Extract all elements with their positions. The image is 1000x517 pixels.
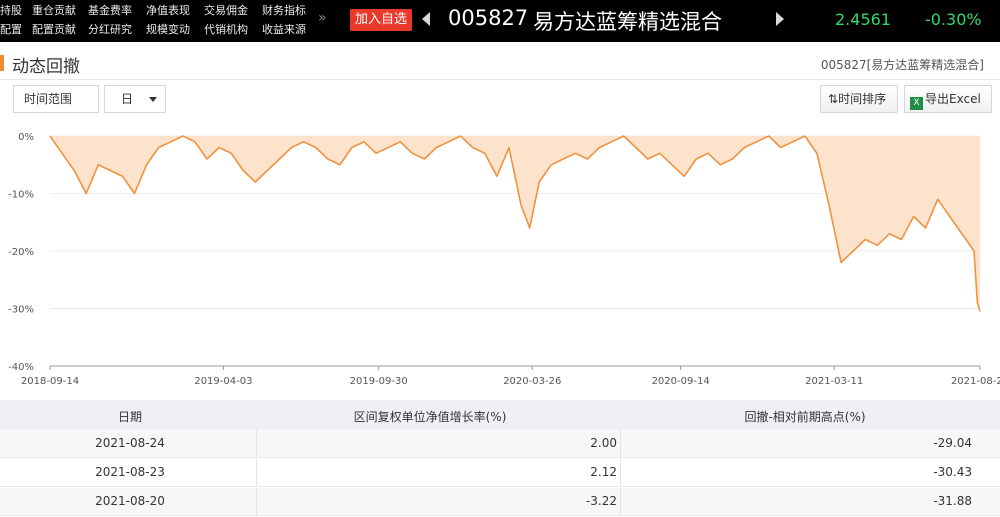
- header-drawdown[interactable]: 回撤-相对前期高点(%): [680, 408, 930, 425]
- fund-menu: 持股 重仓贡献 基金费率 净值表现 交易佣金 财务指标 配置 配置贡献 分红研究…: [0, 0, 330, 42]
- chevron-down-icon: [149, 97, 157, 102]
- section-fund-label: 005827[易方达蓝筹精选混合]: [820, 58, 984, 72]
- time-sort-label: 时间排序: [838, 92, 887, 106]
- cell-growth-rate: 2.00: [590, 436, 617, 450]
- x-tick-label: 2020-09-14: [652, 376, 710, 387]
- menu-item-scale-change[interactable]: 规模变动: [146, 21, 190, 37]
- x-tick-label: 2018-09-14: [21, 376, 79, 387]
- drawdown-area: [50, 136, 980, 312]
- column-divider: [620, 430, 621, 458]
- drawdown-chart: 0% -10% -20% -30% -40% 2018-09-14 2019-04-03 2…: [0, 120, 1000, 395]
- time-sort-button[interactable]: ⇅时间排序: [820, 85, 898, 113]
- section-title: 动态回撤: [12, 57, 80, 77]
- x-tick-label: 2021-08-27: [951, 376, 1000, 387]
- cell-drawdown: -30.43: [933, 465, 972, 479]
- header-growth-rate[interactable]: 区间复权单位净值增长率(%): [300, 408, 560, 425]
- excel-icon: X: [910, 97, 923, 110]
- cell-growth-rate: 2.12: [590, 465, 617, 479]
- x-tick-label: 2019-04-03: [194, 376, 252, 387]
- menu-item-allocation[interactable]: 配置: [0, 21, 22, 37]
- section-accent-bar: [0, 55, 4, 71]
- x-tick-label: 2019-09-30: [350, 376, 408, 387]
- top-bar: 持股 重仓贡献 基金费率 净值表现 交易佣金 财务指标 配置 配置贡献 分红研究…: [0, 0, 1000, 42]
- column-divider: [256, 430, 257, 458]
- drawdown-chart-svg: 0% -10% -20% -30% -40% 2018-09-14 2019-04-03 2…: [8, 132, 1000, 387]
- y-tick-label: -10%: [8, 190, 34, 201]
- fund-nav-change: -0.30%: [925, 10, 982, 29]
- previous-fund-arrow-icon[interactable]: [422, 12, 430, 26]
- x-tick-label: 2021-03-11: [805, 376, 863, 387]
- export-excel-label: 导出Excel: [925, 92, 981, 106]
- time-range-button[interactable]: 时间范围: [13, 85, 99, 113]
- column-divider: [256, 459, 257, 487]
- table-row[interactable]: 2021-08-20 -3.22 -31.88: [0, 488, 1000, 516]
- fund-name: 易方达蓝筹精选混合: [533, 10, 722, 34]
- menu-item-heavy-contribution[interactable]: 重仓贡献: [32, 2, 76, 18]
- menu-item-commission[interactable]: 交易佣金: [204, 2, 248, 18]
- add-to-watchlist-button[interactable]: 加入自选: [350, 9, 412, 31]
- cell-date: 2021-08-20: [95, 494, 165, 508]
- table-header: 日期 区间复权单位净值增长率(%) 回撤-相对前期高点(%): [0, 400, 1000, 430]
- cell-growth-rate: -3.22: [585, 494, 617, 508]
- menu-item-allocation-contribution[interactable]: 配置贡献: [32, 21, 76, 37]
- y-tick-label: -40%: [8, 362, 34, 373]
- fund-nav-price: 2.4561: [835, 10, 891, 29]
- export-excel-button[interactable]: X 导出Excel: [904, 85, 992, 113]
- period-select[interactable]: 日: [104, 85, 166, 113]
- next-fund-arrow-icon[interactable]: [776, 12, 784, 26]
- sort-icon: ⇅: [828, 92, 839, 106]
- period-select-value: 日: [121, 92, 134, 106]
- column-divider: [256, 488, 257, 516]
- menu-item-nav-performance[interactable]: 净值表现: [146, 2, 190, 18]
- menu-item-distributors[interactable]: 代销机构: [204, 21, 248, 37]
- header-date[interactable]: 日期: [60, 408, 200, 425]
- menu-item-fee-rate[interactable]: 基金费率: [88, 2, 132, 18]
- y-tick-label: -30%: [8, 305, 34, 316]
- fund-code: 005827: [448, 6, 529, 30]
- cell-date: 2021-08-23: [95, 465, 165, 479]
- section-header: 动态回撤 005827[易方达蓝筹精选混合]: [0, 46, 1000, 80]
- cell-drawdown: -31.88: [933, 494, 972, 508]
- menu-item-income-source[interactable]: 收益来源: [262, 21, 306, 37]
- menu-item-holdings[interactable]: 持股: [0, 2, 22, 18]
- menu-item-dividend-research[interactable]: 分红研究: [88, 21, 132, 37]
- cell-date: 2021-08-24: [95, 436, 165, 450]
- y-tick-label: 0%: [18, 132, 34, 143]
- y-tick-label: -20%: [8, 247, 34, 258]
- menu-item-financial-indicators[interactable]: 财务指标: [262, 2, 306, 18]
- table-row[interactable]: 2021-08-23 2.12 -30.43: [0, 459, 1000, 487]
- drawdown-table: 日期 区间复权单位净值增长率(%) 回撤-相对前期高点(%) 2021-08-2…: [0, 400, 1000, 517]
- cell-drawdown: -29.04: [933, 436, 972, 450]
- column-divider: [620, 459, 621, 487]
- more-menu-icon[interactable]: »: [318, 10, 327, 26]
- column-divider: [620, 488, 621, 516]
- table-row[interactable]: 2021-08-24 2.00 -29.04: [0, 430, 1000, 458]
- x-tick-label: 2020-03-26: [503, 376, 561, 387]
